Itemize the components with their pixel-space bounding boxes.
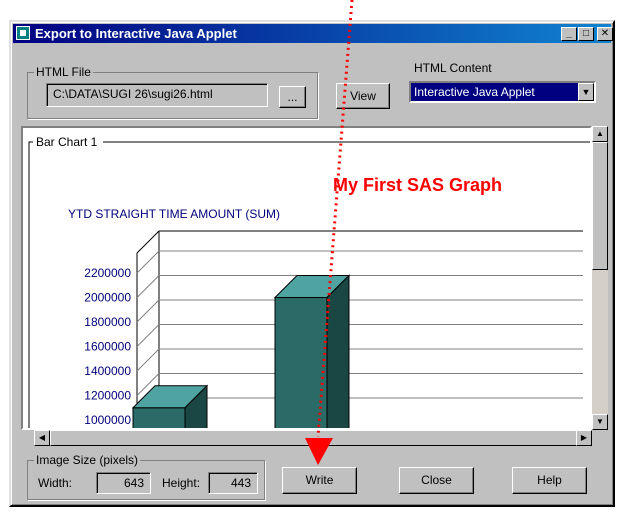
scroll-left-icon[interactable]: ◀ xyxy=(34,430,50,446)
html-content-selected: Interactive Java Applet xyxy=(414,85,535,99)
vertical-scroll-thumb[interactable] xyxy=(592,142,608,270)
horizontal-scroll-thumb[interactable] xyxy=(50,430,580,446)
bar-front xyxy=(274,297,328,428)
y-tick-label: 1000000 xyxy=(84,413,131,427)
y-tick-label: 1400000 xyxy=(84,364,131,378)
app-icon xyxy=(16,26,30,40)
chevron-down-icon[interactable]: ▼ xyxy=(578,83,594,101)
html-content-label: HTML Content xyxy=(414,61,492,75)
height-label: Height: xyxy=(162,476,201,490)
chart-y-axis-label: YTD STRAIGHT TIME AMOUNT (SUM) xyxy=(68,207,281,221)
window-title: Export to Interactive Java Applet xyxy=(35,26,237,41)
chart-grid-diagonal xyxy=(136,299,160,323)
chart-preview: Bar Chart 1 2200000 2000000 1800000 1600000… xyxy=(21,126,592,430)
y-tick-label: 2000000 xyxy=(84,291,131,305)
write-button[interactable]: Write xyxy=(282,467,357,494)
help-button[interactable]: Help xyxy=(512,467,587,494)
minimize-button[interactable]: _ xyxy=(561,27,577,41)
chart-title: My First SAS Graph xyxy=(333,175,503,195)
html-file-path-field[interactable]: C:\DATA\SUGI 26\sugi26.html xyxy=(46,83,268,107)
title-bar: Export to Interactive Java Applet _ □ ✕ xyxy=(13,24,613,43)
width-field[interactable]: 643 xyxy=(96,472,151,494)
chart-grid-diagonal xyxy=(136,348,160,372)
chart-grid-diagonal xyxy=(136,275,160,298)
html-file-group-label: HTML File xyxy=(34,65,93,79)
height-field[interactable]: 443 xyxy=(208,472,258,494)
maximize-button[interactable]: □ xyxy=(578,27,594,41)
bar-chart: Bar Chart 1 2200000 2000000 1800000 1600000… xyxy=(28,135,590,428)
chart-grid-diagonal xyxy=(136,250,160,274)
image-size-group-label: Image Size (pixels) xyxy=(34,453,141,467)
y-tick-label: 2200000 xyxy=(84,266,131,280)
horizontal-scrollbar[interactable]: ◀ ▶ xyxy=(34,430,592,446)
scroll-down-icon[interactable]: ▼ xyxy=(592,414,608,430)
view-button[interactable]: View xyxy=(336,83,390,109)
scroll-up-icon[interactable]: ▲ xyxy=(592,126,608,142)
bar-chart-group-label: Bar Chart 1 xyxy=(36,135,98,149)
html-content-select[interactable]: Interactive Java Applet ▼ xyxy=(409,81,596,103)
vertical-scrollbar[interactable]: ▲ ▼ xyxy=(592,126,608,430)
y-tick-label: 1600000 xyxy=(84,340,131,354)
browse-button[interactable]: ... xyxy=(279,86,306,108)
close-window-button[interactable]: ✕ xyxy=(597,27,613,41)
y-tick-label: 1200000 xyxy=(84,389,131,403)
width-label: Width: xyxy=(38,476,73,490)
y-tick-label: 1800000 xyxy=(84,315,131,329)
bar-front xyxy=(132,407,186,428)
chart-marks: 2200000 2000000 1800000 1600000 1400000 12000… xyxy=(84,230,583,428)
close-button[interactable]: Close xyxy=(399,467,474,494)
scroll-right-icon[interactable]: ▶ xyxy=(576,430,592,446)
chart-grid-diagonal xyxy=(136,324,160,347)
bar-side xyxy=(326,274,350,428)
chart-top-corner xyxy=(136,230,160,254)
